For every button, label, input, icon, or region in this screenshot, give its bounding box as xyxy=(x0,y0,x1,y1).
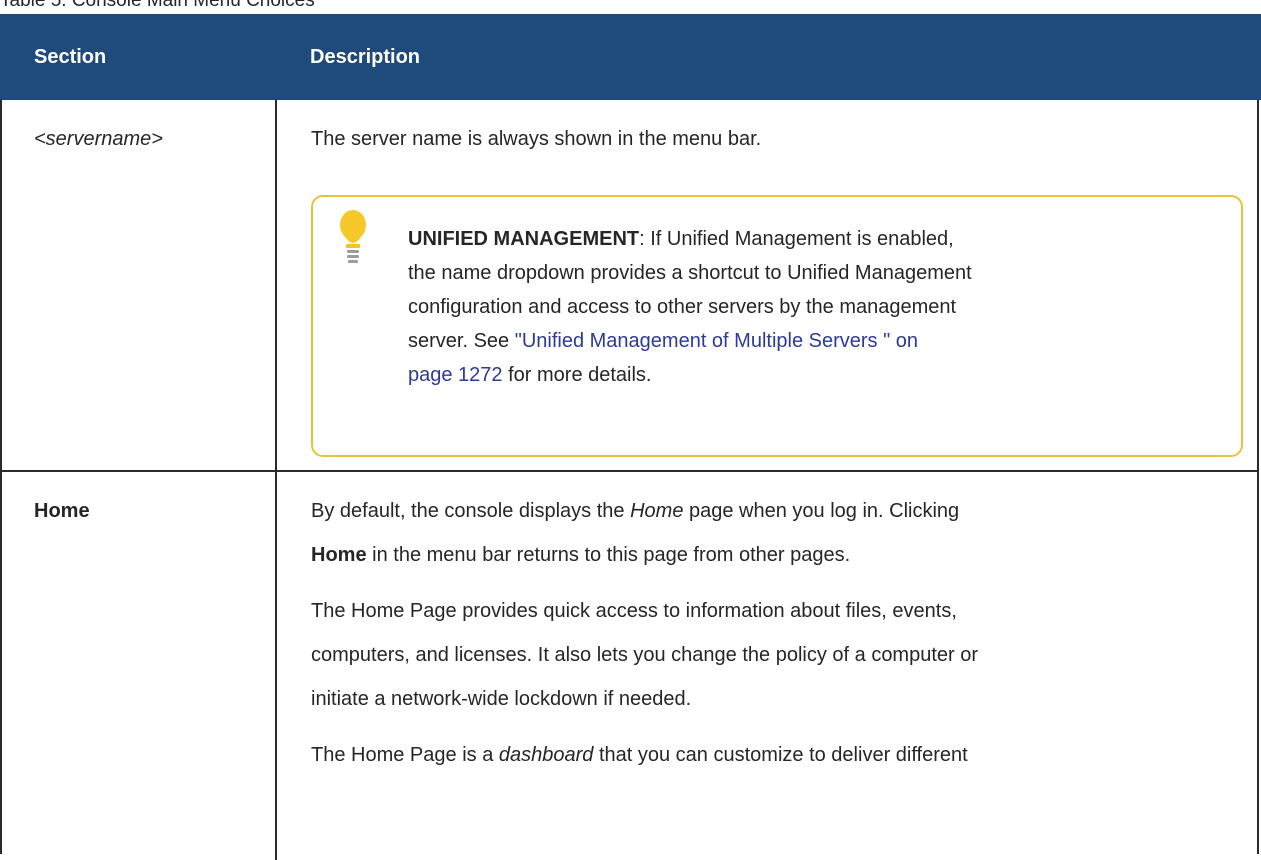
servername-description: The server name is always shown in the m… xyxy=(311,128,762,150)
note-line-5: page 1272 for more details. xyxy=(408,364,652,386)
page-1272-link[interactable]: page 1272 xyxy=(408,364,503,386)
section-home: Home xyxy=(34,500,90,522)
table-caption: Table 5: Console Main Menu Choices xyxy=(0,0,315,11)
header-description: Description xyxy=(310,46,421,68)
note-line-2: the name dropdown provides a shortcut to… xyxy=(408,262,972,284)
lightbulb-icon xyxy=(340,210,366,263)
column-divider xyxy=(275,100,277,860)
home-p2-line1: The Home Page provides quick access to i… xyxy=(311,600,957,622)
home-p1-line2: Home in the menu bar returns to this pag… xyxy=(311,544,851,566)
header-section: Section xyxy=(34,46,107,68)
row-divider xyxy=(2,470,1259,472)
note-body: UNIFIED MANAGEMENT: If Unified Managemen… xyxy=(408,222,972,392)
home-p1-line1: By default, the console displays the Hom… xyxy=(311,500,960,522)
note-line-3: configuration and access to other server… xyxy=(408,296,957,318)
note-line-4: server. See "Unified Management of Multi… xyxy=(408,330,918,352)
home-p2-line3: initiate a network-wide lockdown if need… xyxy=(311,688,692,710)
note-line-1: UNIFIED MANAGEMENT: If Unified Managemen… xyxy=(408,228,954,250)
section-servername: <servername> xyxy=(34,128,163,150)
unified-management-link[interactable]: "Unified Management of Multiple Servers … xyxy=(515,330,918,352)
home-p2-line2: computers, and licenses. It also lets yo… xyxy=(311,644,979,666)
unified-management-note: UNIFIED MANAGEMENT: If Unified Managemen… xyxy=(311,195,1243,457)
home-p3-line1: The Home Page is a dashboard that you ca… xyxy=(311,744,968,766)
table-header: Section Description xyxy=(0,14,1261,100)
console-menu-table: Section Description <servername> The ser… xyxy=(0,14,1261,860)
note-title: UNIFIED MANAGEMENT xyxy=(408,228,640,250)
